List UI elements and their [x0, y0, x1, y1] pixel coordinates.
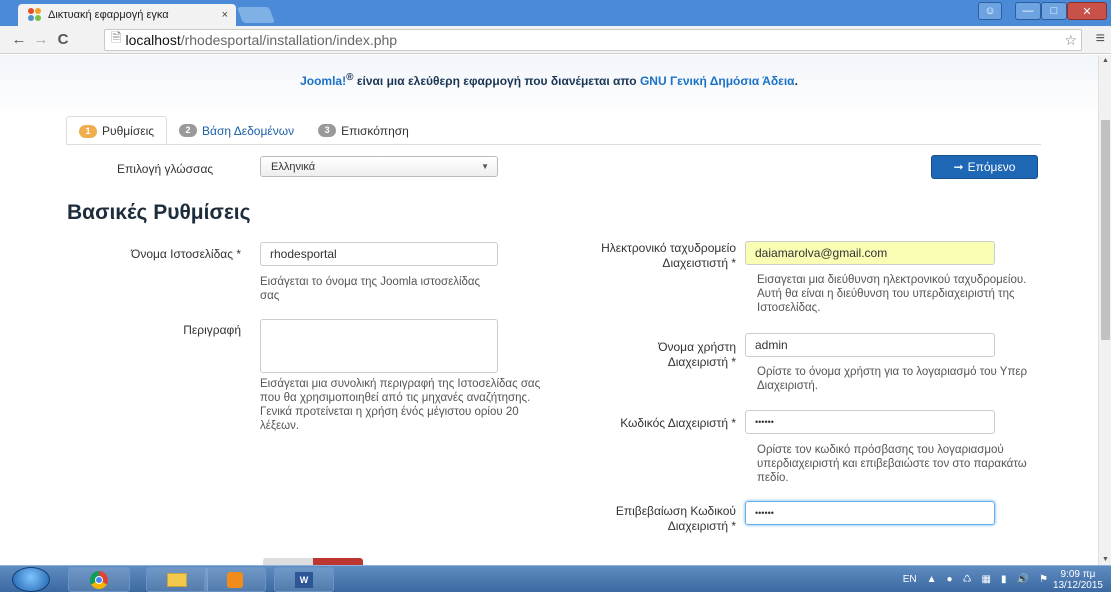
tab-label: Επισκόπηση: [341, 123, 409, 138]
page-scrollbar[interactable]: ▲ ▼: [1098, 55, 1111, 565]
forward-arrow-icon[interactable]: →: [30, 31, 52, 48]
confirm-password-input[interactable]: ••••••: [745, 501, 995, 525]
license-text: είναι μια ελεύθερη εφαρμογή που διανέμετ…: [353, 74, 640, 88]
clock[interactable]: 9:09 πμ 13/12/2015: [1053, 569, 1103, 591]
scroll-up-icon[interactable]: ▲: [1102, 57, 1109, 64]
browser-toolbar: ← → C 🗎 localhost/rhodesportal/installat…: [0, 26, 1111, 54]
step-badge: 2: [179, 124, 198, 137]
joomla-brand: Joomla!: [300, 74, 347, 88]
device-icon[interactable]: ▦: [982, 574, 991, 585]
tab-database[interactable]: 2 Βάση Δεδομένων: [167, 116, 306, 145]
gnu-license-link[interactable]: GNU Γενική Δημόσια Άδεια: [640, 74, 795, 88]
password-input[interactable]: ••••••: [745, 410, 995, 434]
partial-toggle[interactable]: [263, 558, 363, 565]
license-notice: Joomla!® είναι μια ελεύθερη εφαρμογή που…: [0, 72, 1098, 88]
confirm-password-label: Επιβεβαίωση Κωδικού Διαχειριστή *: [540, 504, 736, 534]
browser-tab[interactable]: Δικτυακή εφαρμογή εγκα ×: [18, 4, 236, 26]
media-player-icon[interactable]: [204, 567, 266, 592]
next-button[interactable]: ➞ Επόμενο: [931, 155, 1038, 179]
license-end: .: [794, 74, 798, 88]
install-steps: 1 Ρυθμίσεις 2 Βάση Δεδομένων 3 Επισκόπησ…: [66, 116, 421, 145]
battery-icon[interactable]: ▮: [1001, 574, 1007, 585]
network-icon[interactable]: ●: [947, 574, 953, 585]
browser-titlebar: Δικτυακή εφαρμογή εγκα × ☺ — □ ✕: [0, 0, 1111, 26]
confirm-label-line2: Διαχειριστή *: [667, 519, 736, 533]
joomla-favicon-icon: [28, 8, 42, 22]
user-profile-icon[interactable]: ☺: [978, 2, 1002, 20]
email-label-line2: Διαχειστιστή *: [662, 256, 736, 270]
tab-label: Ρυθμίσεις: [102, 124, 155, 138]
url-path: /rhodesportal/installation/index.php: [180, 32, 398, 48]
page-viewport: Joomla!® είναι μια ελεύθερη εφαρμογή που…: [0, 55, 1098, 565]
windows-start-icon[interactable]: [12, 567, 50, 592]
window-close-icon[interactable]: ✕: [1067, 2, 1107, 20]
clock-time: 9:09 πμ: [1060, 568, 1096, 580]
step-badge: 1: [79, 124, 97, 138]
email-input[interactable]: daiamarolva@gmail.com: [745, 241, 995, 265]
description-label: Περιγραφή: [183, 323, 241, 337]
back-arrow-icon[interactable]: ←: [8, 31, 30, 48]
reload-icon[interactable]: C: [52, 31, 74, 48]
maximize-icon[interactable]: □: [1041, 2, 1067, 20]
username-label: Όνομα χρήστη Διαχειριστή *: [540, 340, 736, 370]
scrollbar-thumb[interactable]: [1101, 120, 1110, 340]
url-host: localhost: [125, 32, 181, 48]
description-help: Εισάγεται μια συνολική περιγραφή της Ιστ…: [260, 378, 541, 432]
show-hidden-icons-icon[interactable]: ▲: [927, 574, 937, 585]
chrome-taskbar-icon[interactable]: [68, 567, 130, 592]
site-name-input[interactable]: rhodesportal: [260, 242, 498, 266]
username-input[interactable]: admin: [745, 333, 995, 357]
clock-date: 13/12/2015: [1052, 579, 1103, 591]
description-textarea[interactable]: [260, 319, 498, 373]
language-select[interactable]: Ελληνικά ▼: [260, 156, 498, 177]
arrow-right-icon: ➞: [953, 160, 964, 174]
flag-icon[interactable]: ⚑: [1039, 574, 1048, 585]
site-name-help: Εισάγεται το όνομα της Joomla ιστοσελίδα…: [260, 276, 481, 302]
site-name-label: Όνομα Ιστοσελίδας *: [131, 247, 241, 261]
username-help: Ορίστε το όνομα χρήστη για το λογαριασμό…: [757, 366, 1028, 392]
tab-close-icon[interactable]: ×: [222, 9, 228, 21]
address-bar[interactable]: 🗎 localhost/rhodesportal/installation/in…: [104, 29, 1082, 51]
minimize-icon[interactable]: —: [1015, 2, 1041, 20]
section-title: Βασικές Ρυθμίσεις: [67, 201, 251, 224]
tab-settings[interactable]: 1 Ρυθμίσεις: [66, 116, 168, 145]
tab-title: Δικτυακή εφαρμογή εγκα: [48, 9, 169, 21]
chevron-down-icon: ▼: [481, 162, 489, 171]
confirm-label-line1: Επιβεβαίωση Κωδικού: [615, 504, 736, 518]
language-label: Επιλογή γλώσσας: [117, 162, 214, 176]
bookmark-star-icon[interactable]: ☆: [1064, 32, 1077, 49]
step-badge: 3: [318, 124, 337, 137]
scroll-down-icon[interactable]: ▼: [1102, 556, 1109, 563]
sync-icon[interactable]: ♺: [963, 574, 972, 585]
username-label-line1: Όνομα χρήστη: [658, 340, 736, 354]
file-explorer-icon[interactable]: [146, 567, 208, 592]
hamburger-icon[interactable]: ≡: [1096, 30, 1105, 48]
next-button-label: Επόμενο: [967, 160, 1016, 174]
new-tab-button[interactable]: [237, 7, 275, 23]
language-indicator[interactable]: EN: [903, 574, 917, 585]
tab-label: Βάση Δεδομένων: [202, 123, 295, 138]
password-help: Ορίστε τον κωδικό πρόσβασης του λογαριασ…: [757, 444, 1027, 484]
word-icon[interactable]: W: [274, 567, 334, 592]
tabs-divider: [66, 144, 1041, 145]
email-label-line1: Ηλεκτρονικό ταχυδρομείο: [601, 241, 736, 255]
password-label: Κωδικός Διαχειριστή *: [620, 416, 736, 430]
email-help: Εισαγεται μια διεύθυνση ηλεκτρονικού ταχ…: [757, 274, 1027, 314]
volume-icon[interactable]: 🔊: [1017, 574, 1029, 585]
tab-overview[interactable]: 3 Επισκόπηση: [306, 116, 421, 145]
email-label: Ηλεκτρονικό ταχυδρομείο Διαχειστιστή *: [540, 241, 736, 271]
page-icon: 🗎: [111, 30, 122, 45]
system-tray: EN ▲ ● ♺ ▦ ▮ 🔊 ⚑ 9:09 πμ 13/12/2015: [898, 566, 1111, 592]
windows-taskbar: W EN ▲ ● ♺ ▦ ▮ 🔊 ⚑ 9:09 πμ 13/12/2015: [0, 565, 1111, 592]
username-label-line2: Διαχειριστή *: [667, 355, 736, 369]
language-value: Ελληνικά: [271, 160, 316, 173]
